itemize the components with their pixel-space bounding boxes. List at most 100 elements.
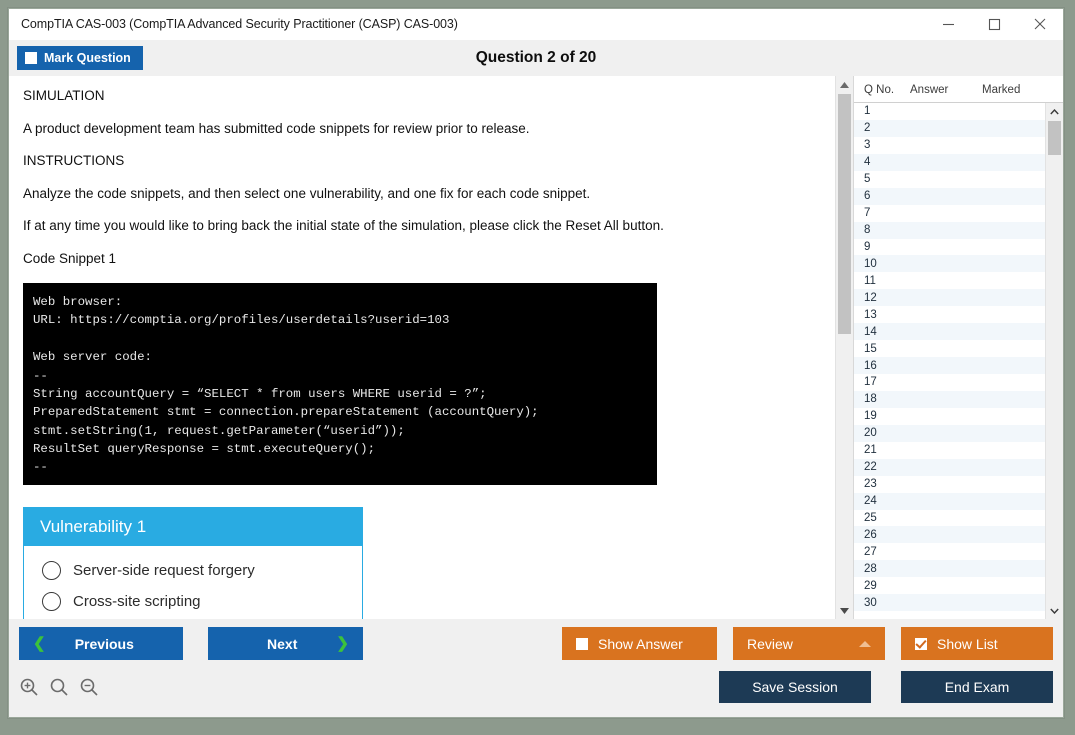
radio-icon[interactable]	[42, 592, 61, 611]
paragraph-instruction-reset: If at any time you would like to bring b…	[23, 218, 821, 234]
show-answer-label: Show Answer	[598, 636, 683, 652]
question-list-row[interactable]: 26	[854, 526, 1045, 543]
minimize-icon[interactable]	[925, 10, 971, 39]
question-list-row[interactable]: 16	[854, 357, 1045, 374]
column-header-marked: Marked	[982, 84, 1046, 96]
question-list-row[interactable]: 27	[854, 543, 1045, 560]
vulnerability-option-label: Server-side request forgery	[73, 562, 255, 579]
question-counter: Question 2 of 20	[9, 49, 1063, 67]
question-list-row[interactable]: 3	[854, 137, 1045, 154]
question-row-number: 20	[854, 427, 910, 439]
question-row-number: 13	[854, 309, 910, 321]
show-list-checkbox-icon[interactable]	[915, 638, 927, 650]
question-list-row[interactable]: 24	[854, 493, 1045, 510]
question-row-number: 22	[854, 461, 910, 473]
question-list-row[interactable]: 21	[854, 442, 1045, 459]
content-scrollbar[interactable]	[835, 76, 853, 619]
question-list-row[interactable]: 2	[854, 120, 1045, 137]
question-row-number: 8	[854, 224, 910, 236]
question-row-number: 21	[854, 444, 910, 456]
question-row-number: 28	[854, 563, 910, 575]
question-list-row[interactable]: 23	[854, 476, 1045, 493]
list-scroll-up-arrow-icon[interactable]	[1046, 103, 1063, 120]
question-list-row[interactable]: 10	[854, 255, 1045, 272]
question-list-row[interactable]: 14	[854, 323, 1045, 340]
scroll-down-arrow-icon[interactable]	[836, 602, 853, 619]
question-list-row[interactable]: 25	[854, 510, 1045, 527]
question-list-row[interactable]: 18	[854, 391, 1045, 408]
question-list-row[interactable]: 15	[854, 340, 1045, 357]
question-row-number: 23	[854, 478, 910, 490]
review-label: Review	[747, 636, 793, 652]
question-row-number: 4	[854, 156, 910, 168]
question-list-row[interactable]: 7	[854, 205, 1045, 222]
vulnerability-option-1[interactable]: Server-side request forgery	[24, 555, 362, 586]
question-row-number: 15	[854, 343, 910, 355]
end-exam-label: End Exam	[945, 679, 1010, 695]
question-list-row[interactable]: 1	[854, 103, 1045, 120]
question-list-row[interactable]: 28	[854, 560, 1045, 577]
maximize-icon[interactable]	[971, 10, 1017, 39]
show-list-button[interactable]: Show List	[901, 627, 1053, 660]
question-list-row[interactable]: 4	[854, 154, 1045, 171]
question-list-row[interactable]: 22	[854, 459, 1045, 476]
next-button-label: Next	[267, 636, 297, 652]
body-area: SIMULATION A product development team ha…	[9, 76, 1063, 619]
question-list-row[interactable]: 12	[854, 289, 1045, 306]
question-list-row[interactable]: 20	[854, 425, 1045, 442]
vulnerability-option-label: Cross-site scripting	[73, 593, 201, 610]
question-list-row[interactable]: 29	[854, 577, 1045, 594]
paragraph-intro: A product development team has submitted…	[23, 121, 821, 137]
question-list-row[interactable]: 9	[854, 239, 1045, 256]
content-scrollbar-thumb[interactable]	[838, 94, 851, 334]
previous-button-label: Previous	[75, 636, 134, 652]
list-scroll-down-arrow-icon[interactable]	[1046, 602, 1063, 619]
question-list-row[interactable]: 17	[854, 374, 1045, 391]
question-list-row[interactable]: 5	[854, 171, 1045, 188]
vulnerability-option-2[interactable]: Cross-site scripting	[24, 586, 362, 617]
scroll-up-arrow-icon[interactable]	[836, 76, 853, 93]
question-row-number: 11	[854, 275, 910, 287]
previous-button[interactable]: ❮ Previous	[19, 627, 183, 660]
mark-question-checkbox-icon[interactable]	[25, 52, 37, 64]
question-row-number: 26	[854, 529, 910, 541]
zoom-reset-icon[interactable]	[49, 677, 69, 697]
zoom-out-icon[interactable]	[79, 677, 99, 697]
close-icon[interactable]	[1017, 10, 1063, 39]
exam-window: CompTIA CAS-003 (CompTIA Advanced Securi…	[8, 8, 1064, 718]
question-list-scroll-wrapper: 1234567891011121314151617181920212223242…	[854, 103, 1063, 619]
show-answer-checkbox-icon[interactable]	[576, 638, 588, 650]
question-row-number: 16	[854, 360, 910, 372]
question-list-scrollbar-thumb[interactable]	[1048, 121, 1061, 155]
footer-row-navigation: ❮ Previous Next ❯ Show Answer Review	[19, 627, 1053, 660]
question-header-bar: Mark Question Question 2 of 20	[9, 40, 1063, 76]
next-button[interactable]: Next ❯	[208, 627, 363, 660]
question-row-number: 6	[854, 190, 910, 202]
end-exam-button[interactable]: End Exam	[901, 671, 1053, 703]
paragraph-instructions-heading: INSTRUCTIONS	[23, 153, 821, 169]
question-list-row[interactable]: 11	[854, 272, 1045, 289]
question-list-scrollbar[interactable]	[1045, 103, 1063, 619]
vulnerability-card-title: Vulnerability 1	[24, 508, 362, 546]
chevron-right-icon: ❯	[336, 636, 349, 651]
question-list-header: Q No. Answer Marked	[854, 76, 1063, 103]
code-snippet-block: Web browser: URL: https://comptia.org/pr…	[23, 283, 657, 485]
question-list-row[interactable]: 19	[854, 408, 1045, 425]
mark-question-button[interactable]: Mark Question	[17, 46, 143, 70]
question-list-row[interactable]: 30	[854, 594, 1045, 611]
zoom-in-icon[interactable]	[19, 677, 39, 697]
radio-icon[interactable]	[42, 561, 61, 580]
question-row-number: 5	[854, 173, 910, 185]
save-session-button[interactable]: Save Session	[719, 671, 871, 703]
question-list-row[interactable]: 8	[854, 222, 1045, 239]
review-dropdown-button[interactable]: Review	[733, 627, 885, 660]
question-row-number: 7	[854, 207, 910, 219]
question-row-number: 19	[854, 410, 910, 422]
question-list-row[interactable]: 6	[854, 188, 1045, 205]
question-row-number: 2	[854, 122, 910, 134]
question-row-number: 9	[854, 241, 910, 253]
question-list-row[interactable]: 13	[854, 306, 1045, 323]
question-row-number: 3	[854, 139, 910, 151]
save-session-label: Save Session	[752, 679, 838, 695]
show-answer-button[interactable]: Show Answer	[562, 627, 717, 660]
